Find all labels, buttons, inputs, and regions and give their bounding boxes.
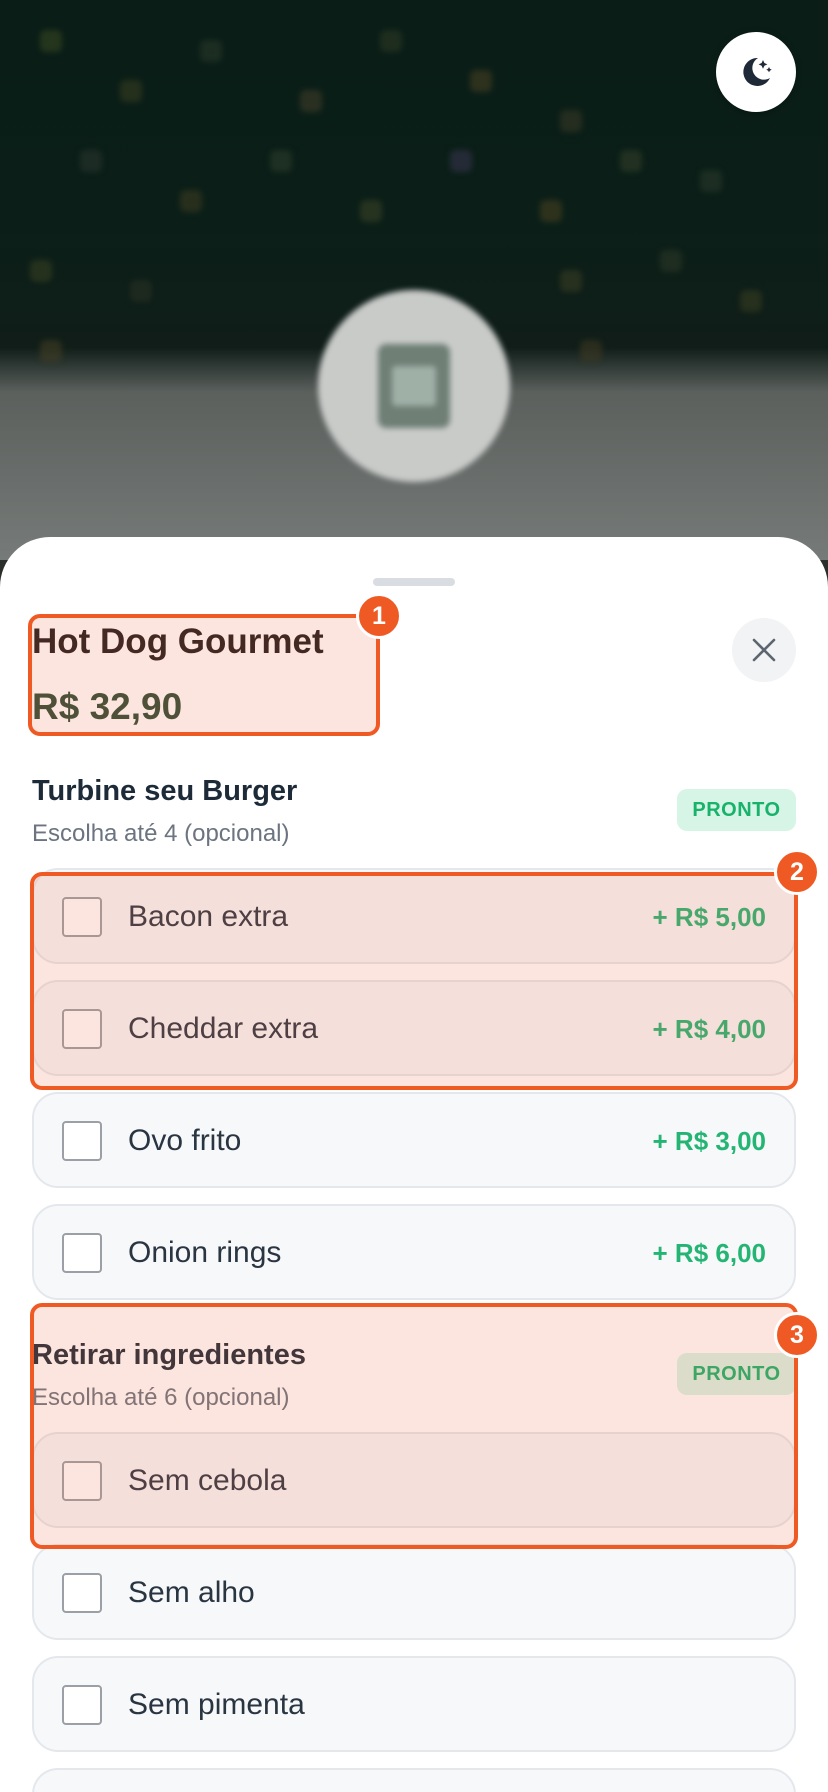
store-hero-background: [0, 0, 828, 560]
status-badge: PRONTO: [677, 789, 796, 831]
option-checkbox[interactable]: [62, 1573, 102, 1613]
option-label: Ovo frito: [128, 1124, 242, 1157]
option-partial[interactable]: [32, 1768, 796, 1792]
option-label: Sem alho: [128, 1576, 255, 1609]
option-price: + R$ 3,00: [652, 1126, 766, 1156]
option-sem-pimenta[interactable]: Sem pimenta: [32, 1656, 796, 1752]
option-checkbox[interactable]: [62, 1685, 102, 1725]
option-checkbox[interactable]: [62, 1121, 102, 1161]
moon-stars-icon: [743, 57, 772, 86]
annotation-highlight: [30, 872, 798, 1090]
option-ovo-frito[interactable]: Ovo frito + R$ 3,00: [32, 1092, 796, 1188]
option-checkbox[interactable]: [62, 1233, 102, 1273]
annotation-highlight: [30, 1303, 798, 1549]
annotation-marker: 1: [356, 593, 402, 639]
theme-toggle-button[interactable]: [716, 32, 796, 112]
annotation-marker: 3: [774, 1312, 820, 1358]
option-label: Onion rings: [128, 1236, 282, 1269]
option-label: Sem pimenta: [128, 1688, 305, 1721]
close-icon: [752, 638, 776, 662]
store-logo-bag-icon: [378, 344, 450, 428]
option-sem-alho[interactable]: Sem alho: [32, 1544, 796, 1640]
sheet-drag-handle[interactable]: [373, 578, 455, 586]
annotation-marker: 2: [774, 849, 820, 895]
group-title: Turbine seu Burger: [32, 775, 298, 807]
option-price: + R$ 6,00: [652, 1238, 766, 1268]
option-onion-rings[interactable]: Onion rings + R$ 6,00: [32, 1204, 796, 1300]
store-logo: [318, 290, 510, 482]
annotation-highlight: [28, 614, 380, 736]
group-subtitle: Escolha até 4 (opcional): [32, 820, 290, 847]
close-button[interactable]: [732, 618, 796, 682]
